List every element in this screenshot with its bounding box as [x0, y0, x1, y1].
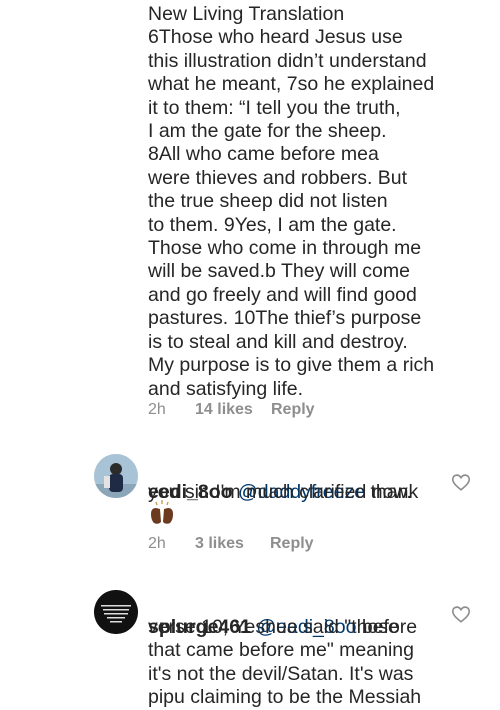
text-logo-avatar [94, 590, 138, 634]
comment-1-likes-link[interactable]: 14 likes [195, 401, 271, 419]
comment-3-text-rest: verse 10, Yeshua said "those that came b… [148, 616, 422, 709]
avatar[interactable] [94, 590, 138, 634]
comment-1-text: New Living Translation 6Those who heard … [148, 3, 435, 400]
heart-outline-icon[interactable] [450, 471, 472, 493]
avatar[interactable] [94, 454, 138, 498]
comment-2-text-line2: you sir. I'm much clarified now. [148, 481, 412, 503]
comment-1-reply-button[interactable]: Reply [271, 401, 315, 419]
comment-1-time: 2h [148, 401, 166, 418]
comment-1-meta: 2h 14 likes Reply [148, 401, 315, 419]
comment-2-likes-link[interactable]: 3 likes [195, 535, 270, 553]
comment-2-reply-button[interactable]: Reply [270, 535, 314, 553]
clap-emoji [148, 500, 176, 531]
comment-2-meta: 2h 3 likes Reply [148, 535, 314, 553]
clapping-hands-icon [151, 500, 173, 524]
heart-outline-icon[interactable] [450, 603, 472, 625]
user-photo [94, 454, 138, 498]
comment-2-time: 2h [148, 535, 166, 552]
